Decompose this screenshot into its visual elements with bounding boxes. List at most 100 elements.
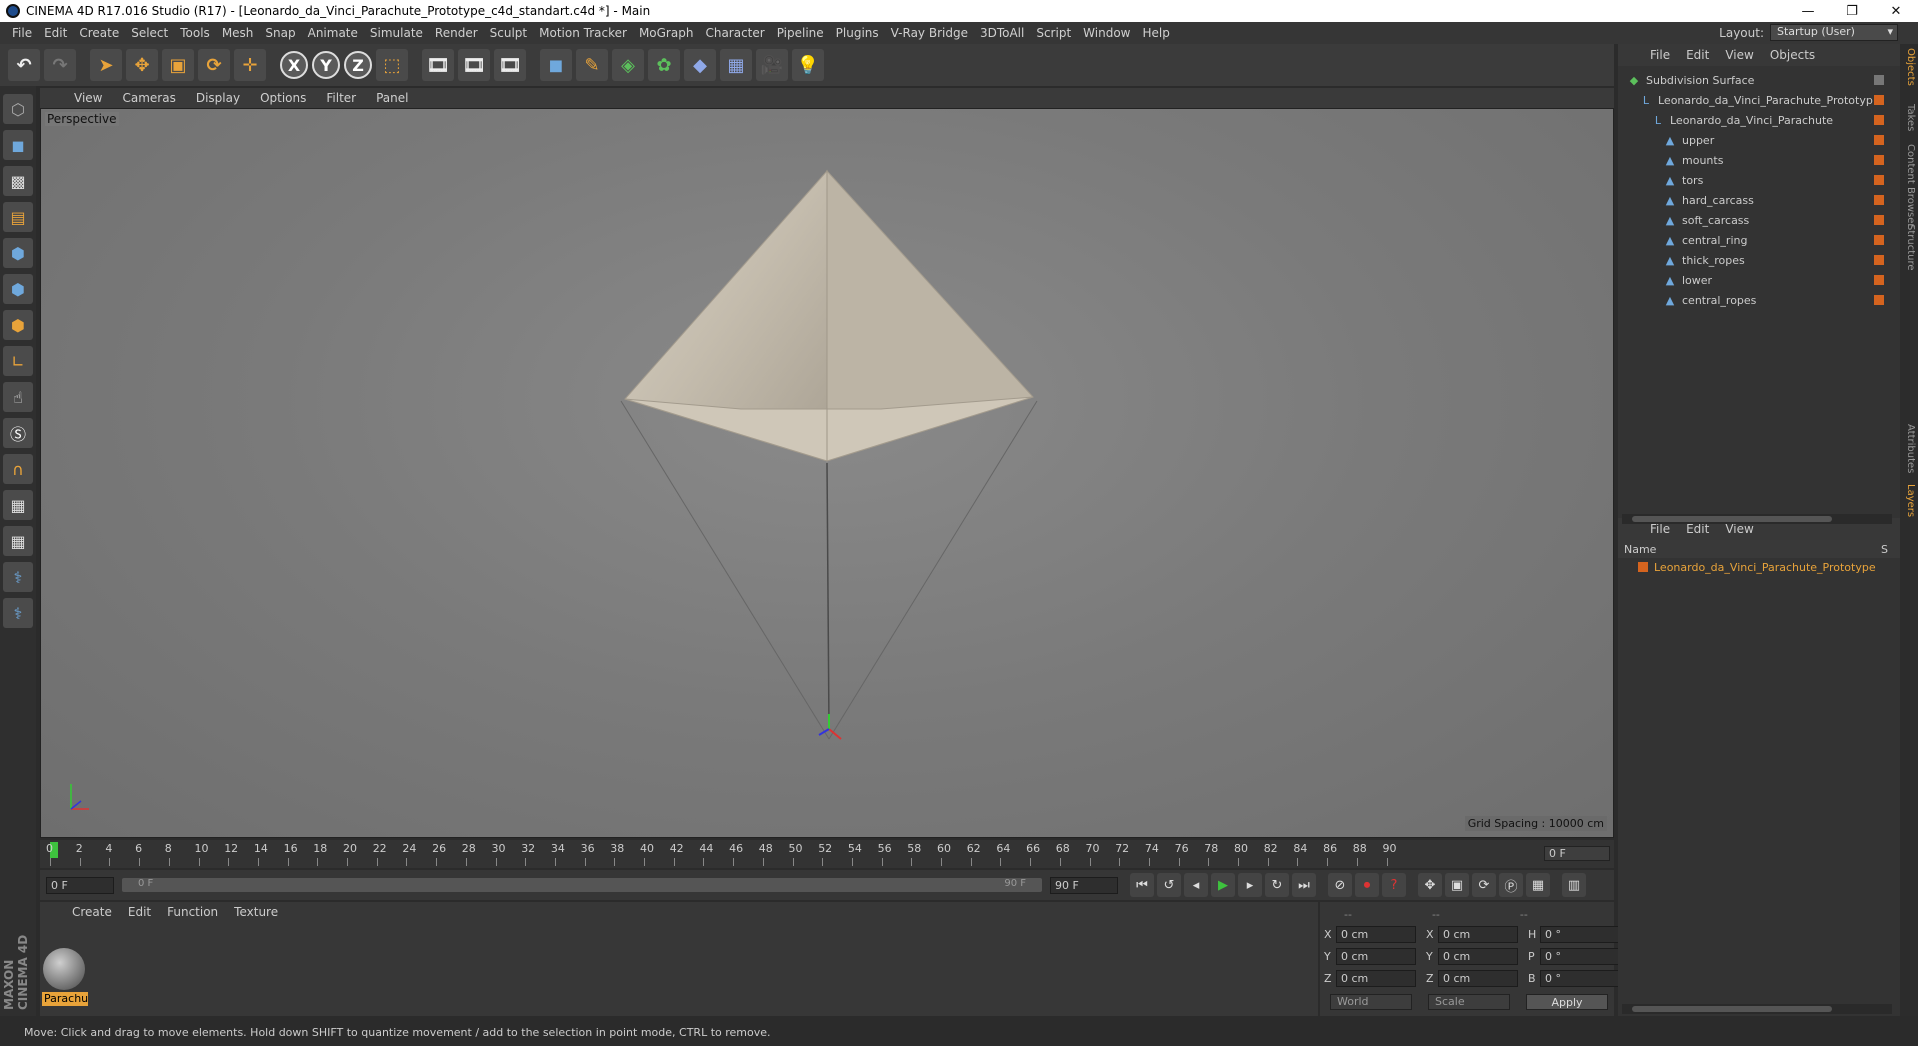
material-preview-icon[interactable] [43, 948, 85, 990]
object-material-tag[interactable] [1874, 275, 1884, 285]
layout-dropdown[interactable]: Startup (User) [1770, 24, 1898, 41]
viewport-menu-options[interactable]: Options [250, 91, 316, 105]
edges-mode-icon[interactable]: ⬢ [3, 274, 33, 304]
object-tree-item[interactable]: ◆ Subdivision Surface [1618, 70, 1900, 90]
object-tree-scrollbar[interactable] [1622, 514, 1892, 524]
object-tree-item[interactable]: ▲ mounts [1618, 150, 1900, 170]
coord-value-field[interactable]: 0 ° [1540, 948, 1620, 965]
end-frame-field[interactable]: 90 F [1050, 876, 1118, 894]
select-arrow-icon[interactable]: ➤ [90, 49, 122, 81]
previous-frame-icon[interactable]: ◂ [1184, 873, 1208, 897]
rotate-tool-icon[interactable]: ⟳ [198, 49, 230, 81]
menu-mograph[interactable]: MoGraph [633, 26, 700, 40]
objects-menu-edit[interactable]: Edit [1678, 48, 1717, 62]
side-tab-objects[interactable]: Objects [1902, 48, 1916, 86]
start-frame-field[interactable]: 0 F [46, 876, 114, 894]
object-material-tag[interactable] [1874, 255, 1884, 265]
object-tree-item[interactable]: L Leonardo_da_Vinci_Parachute_Prototyp [1618, 90, 1900, 110]
menu-animate[interactable]: Animate [302, 26, 364, 40]
layers-menu-file[interactable]: File [1642, 522, 1678, 536]
y-axis-lock-icon[interactable]: Y [312, 51, 340, 79]
menu-window[interactable]: Window [1077, 26, 1136, 40]
menu-help[interactable]: Help [1136, 26, 1175, 40]
pen-spline-icon[interactable]: ✎ [576, 49, 608, 81]
side-tab-structure[interactable]: Structure [1902, 224, 1916, 271]
menu-motion-tracker[interactable]: Motion Tracker [533, 26, 633, 40]
layer-item[interactable]: Leonardo_da_Vinci_Parachute_Prototype [1618, 558, 1900, 576]
objects-menu-file[interactable]: File [1642, 48, 1678, 62]
next-key-icon[interactable]: ↻ [1265, 873, 1289, 897]
close-button[interactable]: ✕ [1874, 0, 1918, 22]
render-view-icon[interactable]: 🎞 [422, 49, 454, 81]
current-frame-field[interactable]: 0 F [1544, 846, 1610, 861]
layer-scrollbar[interactable] [1622, 1004, 1892, 1014]
texture-mode-icon[interactable]: ▩ [3, 166, 33, 196]
record-keyframe-icon[interactable]: ⏺ [1355, 873, 1379, 897]
3d-viewport[interactable]: Perspective Grid Spacing : 10000 cm [40, 108, 1614, 838]
snapping-icon[interactable]: Ⓢ [3, 418, 33, 448]
object-tree-item[interactable]: L Leonardo_da_Vinci_Parachute [1618, 110, 1900, 130]
object-material-tag[interactable] [1874, 135, 1884, 145]
objects-menu-objects[interactable]: Objects [1762, 48, 1823, 62]
menu-render[interactable]: Render [429, 26, 484, 40]
magnet-icon[interactable]: ∩ [3, 454, 33, 484]
object-material-tag[interactable] [1874, 215, 1884, 225]
material-name[interactable]: Parachu [42, 992, 88, 1006]
object-tree-item[interactable]: ▲ upper [1618, 130, 1900, 150]
object-material-tag[interactable] [1874, 155, 1884, 165]
menu-character[interactable]: Character [699, 26, 770, 40]
viewport-menu-view[interactable]: View [64, 91, 112, 105]
subdivision-generator-icon[interactable]: ◈ [612, 49, 644, 81]
menu-file[interactable]: File [6, 26, 38, 40]
object-material-tag[interactable] [1874, 195, 1884, 205]
render-settings-icon[interactable]: 🎞 [494, 49, 526, 81]
material-menu-create[interactable]: Create [64, 905, 120, 919]
apply-button[interactable]: Apply [1526, 994, 1608, 1010]
menu-edit[interactable]: Edit [38, 26, 73, 40]
grid-snap-icon[interactable]: ▦ [3, 526, 33, 556]
x-axis-lock-icon[interactable]: X [280, 51, 308, 79]
layers-menu-view[interactable]: View [1717, 522, 1761, 536]
go-to-start-icon[interactable]: ⏮ [1130, 873, 1154, 897]
coordinate-mode-dropdown[interactable]: World [1330, 994, 1412, 1010]
coord-value-field[interactable]: 0 cm [1336, 970, 1416, 987]
coordinate-system-icon[interactable]: ⬚ [376, 49, 408, 81]
menu-3dtoall[interactable]: 3DToAll [974, 26, 1030, 40]
model-mode-icon[interactable]: ◼ [3, 130, 33, 160]
points-mode-icon[interactable]: ⬢ [3, 238, 33, 268]
render-picture-viewer-icon[interactable]: 🎞 [458, 49, 490, 81]
scale-tool-icon[interactable]: ▣ [162, 49, 194, 81]
make-editable-icon[interactable]: ⬡ [3, 94, 33, 124]
redo-icon[interactable]: ↷ [44, 49, 76, 81]
maximize-button[interactable]: ❐ [1830, 0, 1874, 22]
coord-value-field[interactable]: 0 ° [1540, 970, 1620, 987]
object-tree-item[interactable]: ▲ central_ring [1618, 230, 1900, 250]
previous-key-icon[interactable]: ↺ [1157, 873, 1181, 897]
viewport-menu-panel[interactable]: Panel [366, 91, 418, 105]
side-tab-content-browser[interactable]: Content Browser [1902, 144, 1916, 227]
menu-select[interactable]: Select [125, 26, 174, 40]
timeline-ruler[interactable]: 0 F 0 2 4 6 8 10 12 14 16 18 20 22 24 26 28 30 32 34 36 38 4… [40, 840, 1614, 868]
cube-object-icon[interactable]: ◼ [540, 49, 572, 81]
coord-value-field[interactable]: 0 ° [1540, 926, 1620, 943]
python-script-icon[interactable]: ⚕ [3, 562, 33, 592]
object-material-tag[interactable] [1874, 95, 1884, 105]
parachute-model[interactable] [41, 109, 1614, 838]
menu-snap[interactable]: Snap [259, 26, 301, 40]
workplane-mode-icon[interactable]: ▤ [3, 202, 33, 232]
play-icon[interactable]: ▶ [1211, 873, 1235, 897]
object-material-tag[interactable] [1874, 175, 1884, 185]
side-tab-layers[interactable]: Layers [1902, 484, 1916, 517]
side-tab-takes[interactable]: Takes [1902, 104, 1916, 131]
objects-menu-view[interactable]: View [1717, 48, 1761, 62]
floor-scene-icon[interactable]: ▦ [720, 49, 752, 81]
tweak-mode-icon[interactable]: ☝ [3, 382, 33, 412]
transform-tool-icon[interactable]: ✛ [234, 49, 266, 81]
object-tree-item[interactable]: ▲ tors [1618, 170, 1900, 190]
key-rotation-icon[interactable]: ⟳ [1472, 873, 1496, 897]
frame-range-slider[interactable]: 0 F 90 F [122, 878, 1042, 892]
menu-simulate[interactable]: Simulate [364, 26, 429, 40]
key-parameter-icon[interactable]: Ⓟ [1499, 873, 1523, 897]
object-material-tag[interactable] [1874, 115, 1884, 125]
object-tree-item[interactable]: ▲ hard_carcass [1618, 190, 1900, 210]
